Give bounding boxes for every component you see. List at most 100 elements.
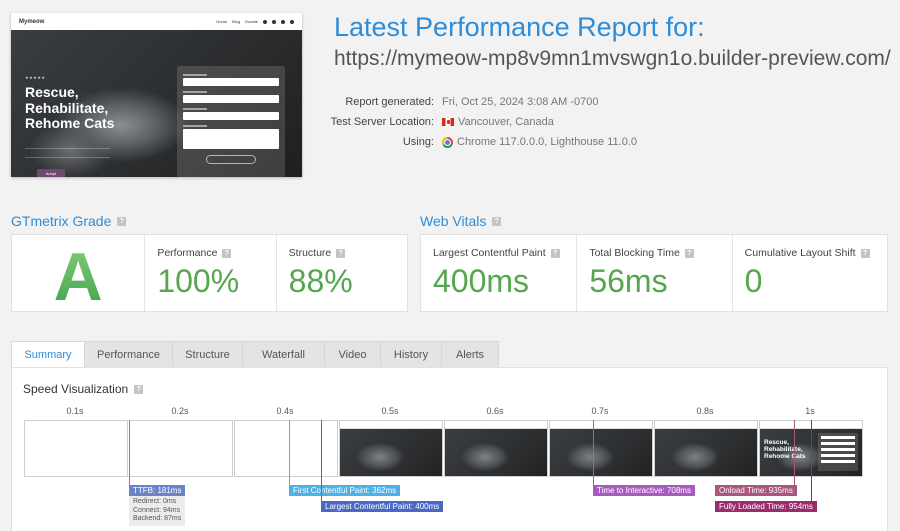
hero-title-line: Rehabilitate, (25, 99, 109, 116)
help-icon[interactable]: ? (222, 248, 232, 258)
help-icon[interactable]: ? (860, 248, 870, 258)
summary-panel: Speed Visualization ? 0.1s 0.2s 0.4s 0.5… (11, 367, 888, 531)
tti-marker-line (593, 420, 594, 487)
ttfb-marker-label[interactable]: TTFB: 181ms (129, 485, 186, 496)
performance-value: 100% (157, 263, 240, 299)
time-tick: 1s (805, 406, 815, 416)
report-title: Latest Performance Report for: (334, 12, 705, 42)
help-icon[interactable]: ? (492, 216, 502, 226)
title-line: Rehome Cats (764, 453, 806, 460)
lcp-value: 400ms (433, 263, 530, 299)
performance-label: Performance ? (157, 247, 232, 259)
time-tick: 0.6s (486, 406, 504, 416)
performance-cell: Performance ? 100% (144, 235, 275, 311)
meta-key: Test Server Location: (330, 116, 434, 128)
thumbnail-hero: ★★★★★ Rescue, Rehabilitate, Rehome Cats … (11, 30, 302, 177)
filmstrip-frame[interactable] (234, 420, 338, 477)
meta-value: Vancouver, Canada (442, 116, 554, 128)
onload-marker-line (794, 420, 795, 487)
tbt-cell: Total Blocking Time ? 56ms (576, 235, 731, 311)
meta-value-text: Fri, Oct 25, 2024 3:08 AM -0700 (442, 96, 599, 108)
ttfb-breakdown: Redirect: 0ms Connect: 94ms Backend: 87m… (129, 496, 186, 526)
meta-row-location: Test Server Location: Vancouver, Canada (322, 112, 637, 132)
thumbnail-nav-home: Home (216, 19, 228, 24)
fully-loaded-marker-line (811, 420, 812, 503)
hero-title-line: Rescue, (25, 84, 79, 100)
grade-cell: A (12, 235, 144, 315)
meta-value: Fri, Oct 25, 2024 3:08 AM -0700 (442, 96, 599, 108)
tbt-value: 56ms (589, 263, 668, 299)
chrome-icon (442, 136, 453, 148)
fcp-marker-label[interactable]: First Contentful Paint: 362ms (289, 485, 401, 496)
filmstrip-frame[interactable] (24, 420, 128, 477)
label-text: Cumulative Layout Shift (744, 247, 856, 259)
help-icon[interactable]: ? (134, 384, 144, 394)
report-tabs: Summary Performance Structure Waterfall … (11, 341, 499, 368)
tab-alerts[interactable]: Alerts (441, 341, 499, 367)
canada-flag-icon (442, 118, 454, 126)
filmstrip-frame[interactable] (339, 420, 443, 477)
label-text: Performance (157, 247, 218, 259)
speed-visualization: 0.1s 0.2s 0.4s 0.5s 0.6s 0.7s 0.8s 1s Re… (23, 406, 873, 531)
lcp-marker-line (321, 420, 322, 503)
hero-title-line: Rehome Cats (25, 115, 115, 131)
tab-structure[interactable]: Structure (172, 341, 243, 367)
help-icon[interactable]: ? (117, 216, 127, 226)
speed-visualization-heading: Speed Visualization ? (23, 382, 144, 396)
structure-cell: Structure ? 88% (275, 235, 407, 311)
x-icon (290, 19, 294, 24)
tab-video[interactable]: Video (324, 341, 381, 367)
ttfb-detail: Redirect: 0ms (133, 498, 177, 505)
tab-performance[interactable]: Performance (84, 341, 173, 367)
web-vitals-heading: Web Vitals ? (420, 213, 502, 229)
filmstrip-frame[interactable] (549, 420, 653, 477)
ttfb-marker-line (129, 420, 130, 487)
time-tick: 0.1s (66, 406, 84, 416)
help-icon[interactable]: ? (336, 248, 346, 258)
tab-history[interactable]: History (380, 341, 442, 367)
gtmetrix-grade-heading: GTmetrix Grade ? (11, 213, 127, 229)
gtmetrix-grade-card: A Performance ? 100% Structure ? 88% (11, 234, 408, 315)
meta-key: Report generated: (345, 96, 434, 108)
label-text: Total Blocking Time (589, 247, 680, 259)
thumbnail-adopt-button: Adopt (37, 169, 65, 177)
report-url[interactable]: https://mymeow-mp8v9mn1mvswgn1o.builder-… (334, 47, 891, 71)
time-tick: 0.8s (696, 406, 714, 416)
label-text: Structure (288, 247, 332, 259)
tbt-label: Total Blocking Time ? (589, 247, 694, 259)
time-tick: 0.7s (591, 406, 609, 416)
meta-value-text: Chrome 117.0.0.0, Lighthouse 11.0.0 (457, 136, 637, 148)
instagram-icon (272, 19, 276, 24)
filmstrip-frame[interactable] (444, 420, 548, 477)
thumbnail-contact-form (177, 66, 285, 177)
fcp-marker-line (289, 420, 290, 487)
lcp-cell: Largest Contentful Paint ? 400ms (421, 235, 576, 311)
meta-key: Using: (402, 136, 434, 148)
final-frame-form (818, 433, 858, 471)
tti-marker-label[interactable]: Time to Interactive: 708ms (593, 485, 695, 496)
thumbnail-hero-title: Rescue, Rehabilitate, Rehome Cats (25, 84, 115, 132)
filmstrip-frame[interactable] (654, 420, 758, 477)
cls-cell: Cumulative Layout Shift ? 0 (731, 235, 887, 311)
lcp-marker-label[interactable]: Largest Contentful Paint: 400ms (321, 501, 444, 512)
tab-waterfall[interactable]: Waterfall (242, 341, 325, 367)
label-text: Largest Contentful Paint (433, 247, 546, 259)
fully-loaded-marker-label[interactable]: Fully Loaded Time: 954ms (715, 501, 817, 512)
thumbnail-hero-text (25, 148, 110, 158)
ttfb-detail: Backend: 87ms (133, 515, 182, 522)
tab-summary[interactable]: Summary (11, 341, 85, 368)
site-screenshot-thumbnail[interactable]: Mymeow Home Blog Donate ★★★★★ Rescue, Re… (11, 13, 302, 177)
help-icon[interactable]: ? (550, 248, 560, 258)
cls-value: 0 (744, 263, 763, 299)
cls-label: Cumulative Layout Shift ? (745, 247, 870, 259)
help-icon[interactable]: ? (684, 248, 694, 258)
grade-letter: A (12, 238, 144, 316)
filmstrip-frame[interactable] (129, 420, 233, 477)
section-heading-text: GTmetrix Grade (11, 213, 112, 229)
thumbnail-logo: Mymeow (19, 18, 45, 25)
structure-label: Structure ? (289, 247, 346, 259)
thumbnail-nav: Mymeow Home Blog Donate (11, 13, 302, 30)
thumbnail-nav-donate: Donate (245, 19, 258, 24)
onload-marker-label[interactable]: Onload Time: 935ms (715, 485, 797, 496)
title-line: Rescue, (764, 439, 789, 446)
